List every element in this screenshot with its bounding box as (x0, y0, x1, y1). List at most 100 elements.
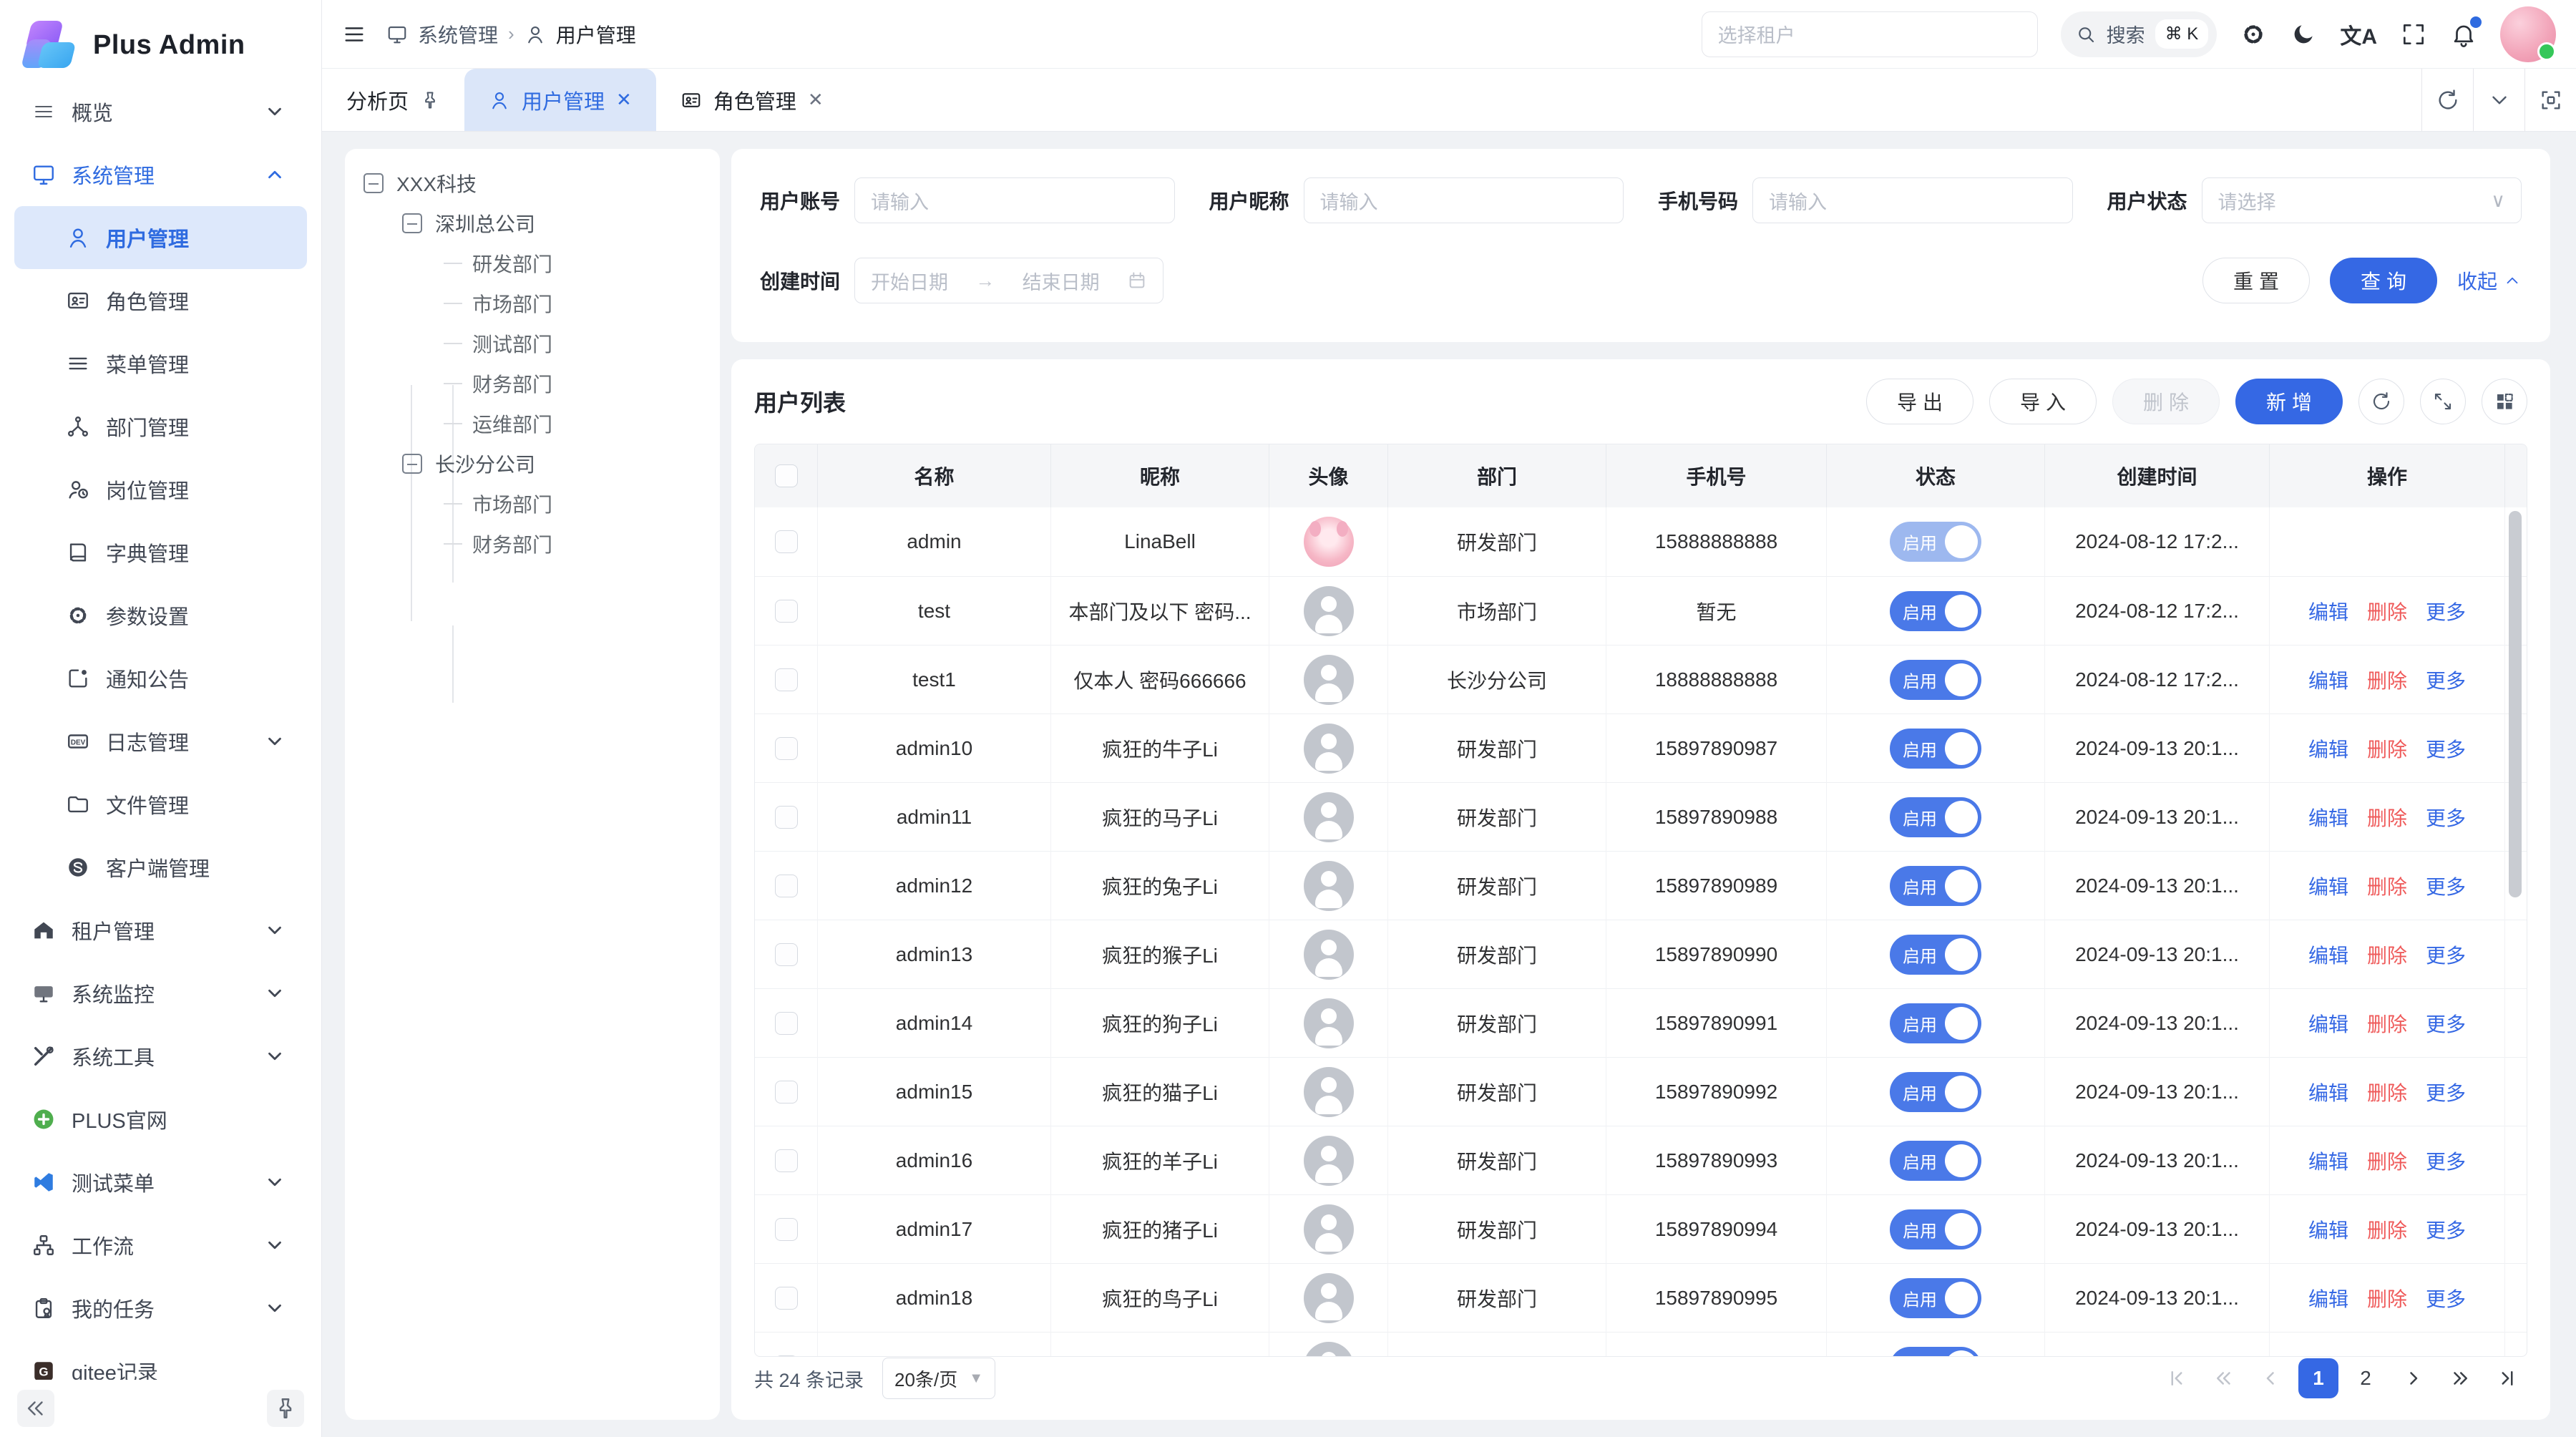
select-all-checkbox[interactable] (775, 464, 798, 487)
sidebar-item-param-settings[interactable]: 参数设置 (14, 584, 307, 647)
more-link[interactable]: 更多 (2426, 1215, 2466, 1244)
status-toggle[interactable]: 启用 (1890, 866, 1981, 906)
dark-mode-toggle[interactable] (2290, 21, 2317, 48)
sidebar-item-dept-mgmt[interactable]: 部门管理 (14, 395, 307, 458)
table-scrollbar[interactable] (2509, 511, 2522, 897)
row-checkbox[interactable] (775, 1149, 798, 1172)
tab-role-mgmt[interactable]: 角色管理 ✕ (656, 69, 848, 131)
export-button[interactable]: 导出 (1866, 379, 1974, 424)
delete-link[interactable]: 删除 (2367, 666, 2407, 694)
tree-collapse-icon[interactable] (402, 454, 422, 474)
edit-link[interactable]: 编辑 (2308, 734, 2348, 763)
tab-list-dropdown-button[interactable] (2473, 69, 2524, 131)
edit-link[interactable]: 编辑 (2308, 1284, 2348, 1312)
sidebar-item-test-menu[interactable]: 测试菜单 (14, 1151, 307, 1214)
row-checkbox[interactable] (775, 668, 798, 691)
status-toggle[interactable]: 启用 (1890, 1003, 1981, 1043)
delete-button[interactable]: 删除 (2112, 379, 2220, 424)
tree-node-dept[interactable]: 测试部门 (364, 323, 701, 364)
sidebar-item-file-mgmt[interactable]: 文件管理 (14, 773, 307, 836)
edit-link[interactable]: 编辑 (2308, 940, 2348, 969)
sidebar-item-my-tasks[interactable]: 我的任务 (14, 1277, 307, 1340)
edit-link[interactable]: 编辑 (2308, 1146, 2348, 1175)
row-checkbox[interactable] (775, 875, 798, 897)
edit-link[interactable]: 编辑 (2308, 666, 2348, 694)
page-size-select[interactable]: 20条/页 ▼ (882, 1358, 995, 1399)
tree-node-dept[interactable]: 研发部门 (364, 243, 701, 283)
tree-node-dept[interactable]: 运维部门 (364, 404, 701, 444)
status-toggle[interactable]: 启用 (1890, 591, 1981, 631)
more-link[interactable]: 更多 (2426, 803, 2466, 832)
tree-node-dept[interactable]: 财务部门 (364, 364, 701, 404)
status-toggle[interactable]: 启用 (1890, 1072, 1981, 1112)
sidebar-item-menu-mgmt[interactable]: 菜单管理 (14, 332, 307, 395)
sidebar-item-overview[interactable]: 概览 (14, 80, 307, 143)
sidebar-item-gitee[interactable]: G gitee记录 (14, 1340, 307, 1380)
sidebar-item-workflow[interactable]: 工作流 (14, 1214, 307, 1277)
status-select[interactable]: 请选择∨ (2202, 177, 2522, 223)
reset-button[interactable]: 重置 (2202, 258, 2310, 303)
collapse-sidebar-button[interactable] (17, 1390, 54, 1427)
status-toggle[interactable]: 启用 (1890, 522, 1981, 562)
tree-collapse-icon[interactable] (402, 213, 422, 233)
tree-collapse-icon[interactable] (364, 173, 384, 193)
sidebar-item-dict-mgmt[interactable]: 字典管理 (14, 521, 307, 584)
delete-link[interactable]: 删除 (2367, 1078, 2407, 1106)
sidebar-item-system-mgmt[interactable]: 系统管理 (14, 143, 307, 206)
sidebar-item-role-mgmt[interactable]: 角色管理 (14, 269, 307, 332)
page-number-1[interactable]: 1 (2298, 1358, 2338, 1398)
sidebar-item-plus-site[interactable]: PLUS官网 (14, 1088, 307, 1151)
edit-link[interactable]: 编辑 (2308, 597, 2348, 625)
prev-page-button[interactable] (2251, 1358, 2291, 1398)
tree-node-dept[interactable]: 市场部门 (364, 283, 701, 323)
close-tab-icon[interactable]: ✕ (616, 89, 632, 111)
row-checkbox[interactable] (775, 806, 798, 829)
tab-user-mgmt[interactable]: 用户管理 ✕ (464, 69, 656, 131)
delete-link[interactable]: 删除 (2367, 1215, 2407, 1244)
status-toggle[interactable]: 启用 (1890, 1278, 1981, 1318)
row-checkbox[interactable] (775, 1287, 798, 1310)
tree-node-company[interactable]: 深圳总公司 (364, 203, 701, 243)
row-checkbox[interactable] (775, 1012, 798, 1035)
delete-link[interactable]: 删除 (2367, 597, 2407, 625)
user-avatar[interactable] (2500, 6, 2556, 62)
more-link[interactable]: 更多 (2426, 1009, 2466, 1038)
edit-link[interactable]: 编辑 (2308, 1009, 2348, 1038)
edit-link[interactable]: 编辑 (2308, 872, 2348, 900)
sidebar-item-system-monitor[interactable]: 系统监控 (14, 962, 307, 1025)
notifications-button[interactable] (2450, 21, 2477, 48)
row-checkbox[interactable] (775, 530, 798, 553)
delete-link[interactable]: 删除 (2367, 872, 2407, 900)
hamburger-menu-icon[interactable] (342, 22, 366, 47)
back-10-pages-button[interactable] (2204, 1358, 2244, 1398)
status-toggle[interactable]: 启用 (1890, 935, 1981, 975)
date-range-input[interactable]: 开始日期 → 结束日期 (854, 258, 1163, 303)
next-page-button[interactable] (2393, 1358, 2433, 1398)
edit-link[interactable]: 编辑 (2308, 1078, 2348, 1106)
breadcrumb-level1[interactable]: 系统管理 (418, 20, 498, 49)
more-link[interactable]: 更多 (2426, 1078, 2466, 1106)
delete-link[interactable]: 删除 (2367, 734, 2407, 763)
tree-node-dept[interactable]: 市场部门 (364, 484, 701, 524)
more-link[interactable]: 更多 (2426, 1146, 2466, 1175)
add-button[interactable]: 新增 (2235, 379, 2343, 424)
more-link[interactable]: 更多 (2426, 666, 2466, 694)
row-checkbox[interactable] (775, 1081, 798, 1104)
close-tab-icon[interactable]: ✕ (808, 89, 824, 111)
search-button[interactable]: 查询 (2330, 258, 2437, 303)
delete-link[interactable]: 删除 (2367, 1146, 2407, 1175)
sidebar-item-log-mgmt[interactable]: DEV 日志管理 (14, 710, 307, 773)
collapse-filter-link[interactable]: 收起 (2457, 266, 2522, 295)
sidebar-item-user-mgmt[interactable]: 用户管理 (14, 206, 307, 269)
more-link[interactable]: 更多 (2426, 872, 2466, 900)
settings-button[interactable] (2240, 21, 2267, 48)
refresh-page-button[interactable] (2421, 69, 2473, 131)
sidebar-item-tenant-mgmt[interactable]: 租户管理 (14, 899, 307, 962)
delete-link[interactable]: 删除 (2367, 803, 2407, 832)
import-button[interactable]: 导入 (1989, 379, 2097, 424)
more-link[interactable]: 更多 (2426, 940, 2466, 969)
fullscreen-button[interactable] (2400, 21, 2427, 48)
sidebar-item-notice[interactable]: 通知公告 (14, 647, 307, 710)
refresh-table-button[interactable] (2358, 379, 2404, 424)
status-toggle[interactable]: 启用 (1890, 1209, 1981, 1250)
